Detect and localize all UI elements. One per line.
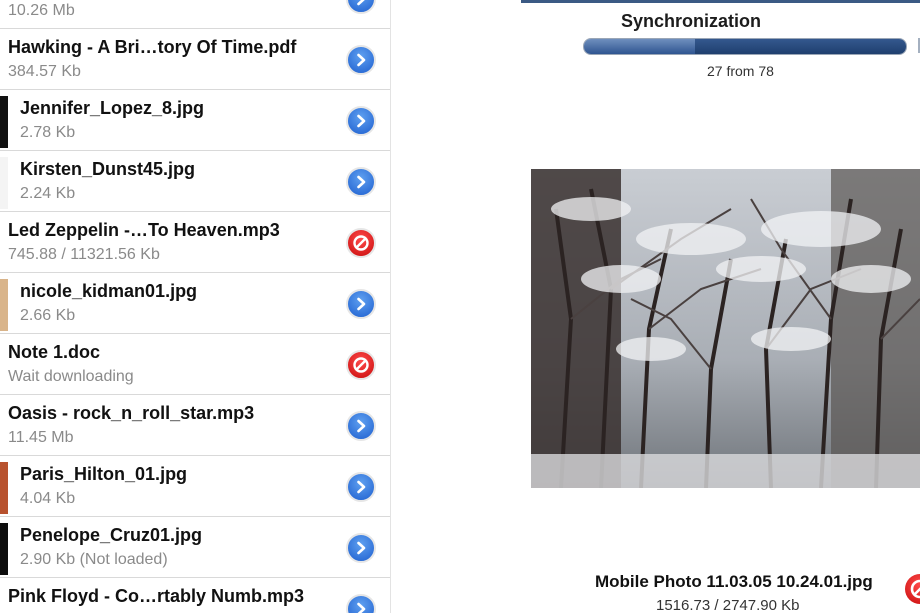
go-icon[interactable] [346, 594, 376, 613]
file-name: Oasis - rock_n_roll_star.mp3 [8, 403, 254, 424]
sync-progress-remaining [695, 39, 906, 54]
go-icon[interactable] [346, 289, 376, 319]
go-icon[interactable] [346, 411, 376, 441]
file-size: Wait downloading [8, 368, 134, 386]
file-list-pane: 10.26 Mb Hawking - A Bri…tory Of Time.pdf… [0, 0, 390, 613]
sync-progress-text: 27 from 78 [707, 63, 774, 79]
file-size: 745.88 / 11321.56 Kb [8, 246, 160, 264]
list-item[interactable]: Paris_Hilton_01.jpg 4.04 Kb [0, 456, 390, 517]
file-size: 11.45 Mb [8, 429, 74, 447]
file-name: Hawking - A Bri…tory Of Time.pdf [8, 37, 296, 58]
stop-icon[interactable] [346, 228, 376, 258]
file-size: 2.78 Kb [20, 124, 75, 142]
sync-progress-bar [583, 38, 907, 55]
sync-progress-fill [584, 39, 695, 54]
current-file-name: Mobile Photo 11.03.05 10.24.01.jpg [595, 572, 873, 592]
list-item[interactable]: Oasis - rock_n_roll_star.mp3 11.45 Mb [0, 395, 390, 456]
file-size: 2.24 Kb [20, 185, 75, 203]
list-item[interactable]: Pink Floyd - Co…rtably Numb.mp38.74 Mb [0, 578, 390, 613]
snowy-trees-image [531, 169, 920, 488]
stop-icon[interactable] [905, 574, 920, 604]
thumbnail-image [0, 96, 8, 148]
file-name: nicole_kidman01.jpg [20, 281, 197, 302]
file-name: Kirsten_Dunst45.jpg [20, 159, 195, 180]
go-icon[interactable] [346, 533, 376, 563]
list-item[interactable]: nicole_kidman01.jpg 2.66 Kb [0, 273, 390, 334]
thumbnail-image [0, 157, 8, 209]
list-item[interactable]: Kirsten_Dunst45.jpg 2.24 Kb [0, 151, 390, 212]
thumbnail-image [0, 462, 8, 514]
list-item[interactable]: Hawking - A Bri…tory Of Time.pdf 384.57 K… [0, 29, 390, 90]
file-name: Pink Floyd - Co…rtably Numb.mp3 [8, 586, 304, 607]
go-icon[interactable] [346, 0, 376, 14]
file-name: Led Zeppelin -…To Heaven.mp3 [8, 220, 280, 241]
go-icon[interactable] [346, 167, 376, 197]
list-item[interactable]: Note 1.doc Wait downloading [0, 334, 390, 395]
stop-icon[interactable] [346, 350, 376, 380]
file-size: 2.66 Kb [20, 307, 75, 325]
thumbnail-image [0, 523, 8, 575]
file-list: 10.26 Mb Hawking - A Bri…tory Of Time.pdf… [0, 0, 390, 613]
go-icon[interactable] [346, 45, 376, 75]
list-item[interactable]: Penelope_Cruz01.jpg 2.90 Kb (Not loaded) [0, 517, 390, 578]
sync-pane: Synchronization 27 from 78 [391, 0, 920, 613]
file-name: Note 1.doc [8, 342, 100, 363]
file-size: 384.57 Kb [8, 63, 81, 81]
file-size: 4.04 Kb [20, 490, 75, 508]
sync-title: Synchronization [621, 11, 821, 32]
list-item[interactable]: Jennifer_Lopez_8.jpg 2.78 Kb [0, 90, 390, 151]
list-item[interactable]: Led Zeppelin -…To Heaven.mp3 745.88 / 113… [0, 212, 390, 273]
file-name: Penelope_Cruz01.jpg [20, 525, 202, 546]
file-name: Jennifer_Lopez_8.jpg [20, 98, 204, 119]
thumbnail-image [0, 279, 8, 331]
current-file-progress: 1516.73 / 2747.90 Kb [656, 597, 799, 614]
top-bar-edge [521, 0, 920, 3]
file-size: 2.90 Kb (Not loaded) [20, 551, 168, 569]
go-icon[interactable] [346, 106, 376, 136]
list-item[interactable]: 10.26 Mb [0, 0, 390, 29]
photo-preview [531, 169, 920, 488]
file-name: Paris_Hilton_01.jpg [20, 464, 187, 485]
go-icon[interactable] [346, 472, 376, 502]
file-size: 10.26 Mb [8, 2, 75, 20]
